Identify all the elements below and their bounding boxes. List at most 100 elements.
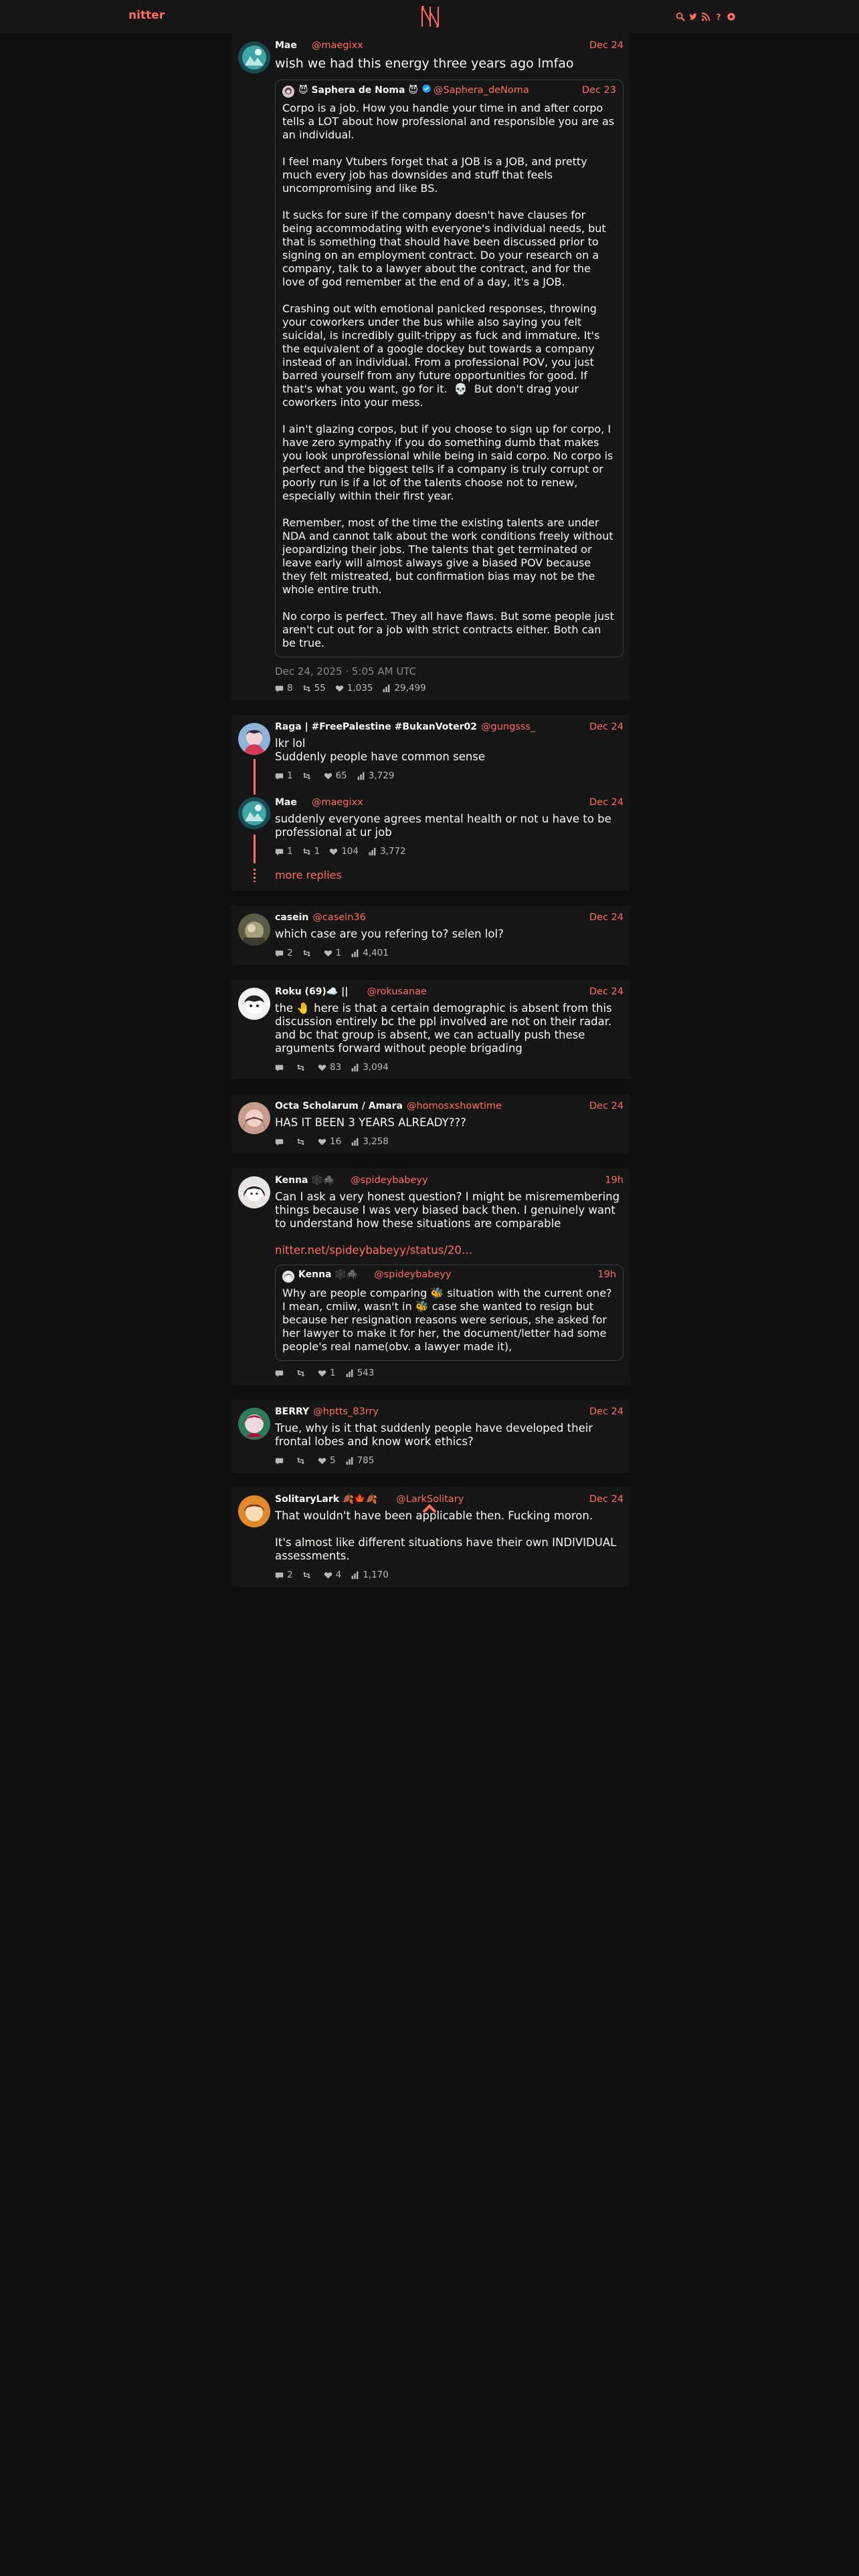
tweet-date[interactable]: Dec 23 xyxy=(582,85,616,96)
fullname[interactable]: Roku (69)☁️ || xyxy=(275,986,348,997)
username[interactable]: @spideybabeyy xyxy=(374,1269,451,1280)
settings-icon[interactable] xyxy=(727,12,736,21)
retweet-count[interactable] xyxy=(302,772,314,780)
reply-count-value: 1 xyxy=(287,770,293,781)
retweet-count[interactable] xyxy=(296,1138,308,1146)
tweet-date[interactable]: Dec 24 xyxy=(589,912,624,923)
nitter-logo-icon[interactable] xyxy=(419,4,441,29)
fullname[interactable]: casein xyxy=(275,912,308,923)
reply-count[interactable]: 1 xyxy=(275,770,293,781)
tweet-date[interactable]: Dec 24 xyxy=(589,1494,624,1505)
reply-count[interactable]: 2 xyxy=(275,948,293,958)
like-count[interactable]: 4 xyxy=(324,1570,342,1580)
fullname[interactable]: Mae xyxy=(275,40,297,51)
avatar[interactable] xyxy=(238,723,270,755)
avatar[interactable] xyxy=(238,1176,270,1208)
retweet-count[interactable]: 1 xyxy=(302,846,320,857)
like-count[interactable]: 1 xyxy=(324,948,341,958)
reply-tweet[interactable]: Roku (69)☁️ || @rokusanae Dec 24 the 🤚 h… xyxy=(231,980,630,1079)
search-icon[interactable] xyxy=(676,12,685,21)
tweet-date[interactable]: 19h xyxy=(605,1175,624,1186)
tweet-date[interactable]: Dec 24 xyxy=(589,1101,624,1111)
view-count-value: 543 xyxy=(357,1368,375,1378)
avatar[interactable] xyxy=(238,797,270,829)
username[interactable]: @rokusanae xyxy=(367,986,427,997)
avatar[interactable] xyxy=(238,1495,270,1527)
username[interactable]: @maegixx xyxy=(312,40,363,51)
fullname[interactable]: SolitaryLark 🍂🍁🍂 xyxy=(275,1494,377,1505)
username[interactable]: @maegixx xyxy=(312,797,363,808)
main-tweet[interactable]: Mae @maegixx Dec 24 wish we had this ene… xyxy=(231,33,630,700)
avatar[interactable] xyxy=(238,1408,270,1440)
chevron-up-icon[interactable] xyxy=(421,1503,438,1515)
brand-link[interactable]: nitter xyxy=(128,9,165,22)
tweet-link[interactable]: nitter.net/spideybabeyy/status/20… xyxy=(275,1244,624,1257)
tweet-date[interactable]: Dec 24 xyxy=(589,797,624,808)
avatar[interactable] xyxy=(238,1102,270,1134)
username[interactable]: @gungsss_ xyxy=(481,722,535,732)
retweet-count[interactable]: 55 xyxy=(302,683,326,693)
reply-tweet[interactable]: Kenna 🕸️🕷️ @spideybabeyy 19h Can I ask a… xyxy=(231,1168,630,1385)
avatar[interactable] xyxy=(238,988,270,1020)
fullname[interactable]: Mae xyxy=(275,797,297,808)
tweet-date[interactable]: Dec 24 xyxy=(589,40,624,51)
reply-count[interactable]: 1 xyxy=(275,846,293,857)
username[interactable]: @hptts_83rry xyxy=(313,1406,379,1417)
like-count[interactable]: 1 xyxy=(318,1368,336,1378)
twitter-icon[interactable] xyxy=(688,12,698,21)
like-count[interactable]: 16 xyxy=(318,1136,341,1147)
more-replies-label[interactable]: more replies xyxy=(275,869,342,881)
username[interactable]: @spideybabeyy xyxy=(351,1175,427,1186)
views-icon xyxy=(368,847,377,856)
reply-count[interactable]: 8 xyxy=(275,683,293,693)
reply-tweet[interactable]: Mae @maegixx Dec 24 suddenly everyone ag… xyxy=(231,788,630,863)
reply-tweet[interactable]: BERRY @hptts_83rry Dec 24 True, why is i… xyxy=(231,1400,630,1473)
like-count-value: 4 xyxy=(335,1570,342,1580)
like-count[interactable]: 1,035 xyxy=(335,683,373,693)
reply-count-value: 8 xyxy=(287,683,293,693)
tweet-date[interactable]: Dec 24 xyxy=(589,722,624,732)
heart-icon xyxy=(324,949,332,958)
retweet-count[interactable] xyxy=(296,1457,308,1465)
reply-thread: Roku (69)☁️ || @rokusanae Dec 24 the 🤚 h… xyxy=(231,980,630,1079)
fullname[interactable]: 😈 Saphera de Noma 😈 xyxy=(298,85,418,96)
reply-count[interactable] xyxy=(275,1457,287,1465)
reply-count[interactable] xyxy=(275,1369,287,1378)
reply-tweet[interactable]: Octa Scholarum / Amara @homosxshowtime D… xyxy=(231,1094,630,1154)
tweet-stats: 2 1 4,401 xyxy=(275,948,624,958)
like-count[interactable]: 104 xyxy=(329,846,359,857)
more-replies-link[interactable]: more replies xyxy=(231,863,630,891)
reply-thread: BERRY @hptts_83rry Dec 24 True, why is i… xyxy=(231,1400,630,1473)
fullname[interactable]: Kenna 🕸️🕷️ xyxy=(275,1175,335,1186)
tweet-date[interactable]: Dec 24 xyxy=(589,1406,624,1417)
like-count[interactable]: 65 xyxy=(324,770,347,781)
retweet-count[interactable] xyxy=(302,949,314,958)
fullname[interactable]: Kenna 🕸️🕷️ xyxy=(298,1269,358,1280)
reply-count[interactable] xyxy=(275,1063,287,1072)
reply-tweet[interactable]: Raga | #FreePalestine #BukanVoter02 @gun… xyxy=(231,715,630,788)
rss-icon[interactable] xyxy=(701,12,710,21)
retweet-count[interactable] xyxy=(302,1571,314,1580)
avatar[interactable] xyxy=(238,914,270,946)
fullname[interactable]: Octa Scholarum / Amara xyxy=(275,1101,403,1111)
fullname[interactable]: Raga | #FreePalestine #BukanVoter02 xyxy=(275,722,477,732)
tweet-date[interactable]: Dec 24 xyxy=(589,986,624,997)
fullname[interactable]: BERRY xyxy=(275,1406,309,1417)
quote-tweet[interactable]: Kenna 🕸️🕷️ @spideybabeyy 19h Why are peo… xyxy=(275,1265,624,1361)
reply-count[interactable] xyxy=(275,1138,287,1146)
reply-tweet[interactable]: casein @casein36 Dec 24 which case are y… xyxy=(231,905,630,965)
username[interactable]: @homosxshowtime xyxy=(407,1101,502,1111)
like-count[interactable]: 83 xyxy=(318,1062,341,1073)
info-icon[interactable]: ? xyxy=(714,12,723,21)
like-count[interactable]: 5 xyxy=(318,1455,336,1466)
quote-tweet[interactable]: 😈 Saphera de Noma 😈 @Saphera_deNoma Dec … xyxy=(275,80,624,657)
comment-icon xyxy=(275,847,284,856)
tweet-date[interactable]: 19h xyxy=(597,1269,616,1280)
retweet-count[interactable] xyxy=(296,1063,308,1072)
retweet-count[interactable] xyxy=(296,1369,308,1378)
svg-text:?: ? xyxy=(716,12,721,21)
username[interactable]: @Saphera_deNoma xyxy=(434,85,529,96)
avatar[interactable] xyxy=(238,41,270,74)
username[interactable]: @casein36 xyxy=(312,912,366,923)
reply-count[interactable]: 2 xyxy=(275,1570,293,1580)
